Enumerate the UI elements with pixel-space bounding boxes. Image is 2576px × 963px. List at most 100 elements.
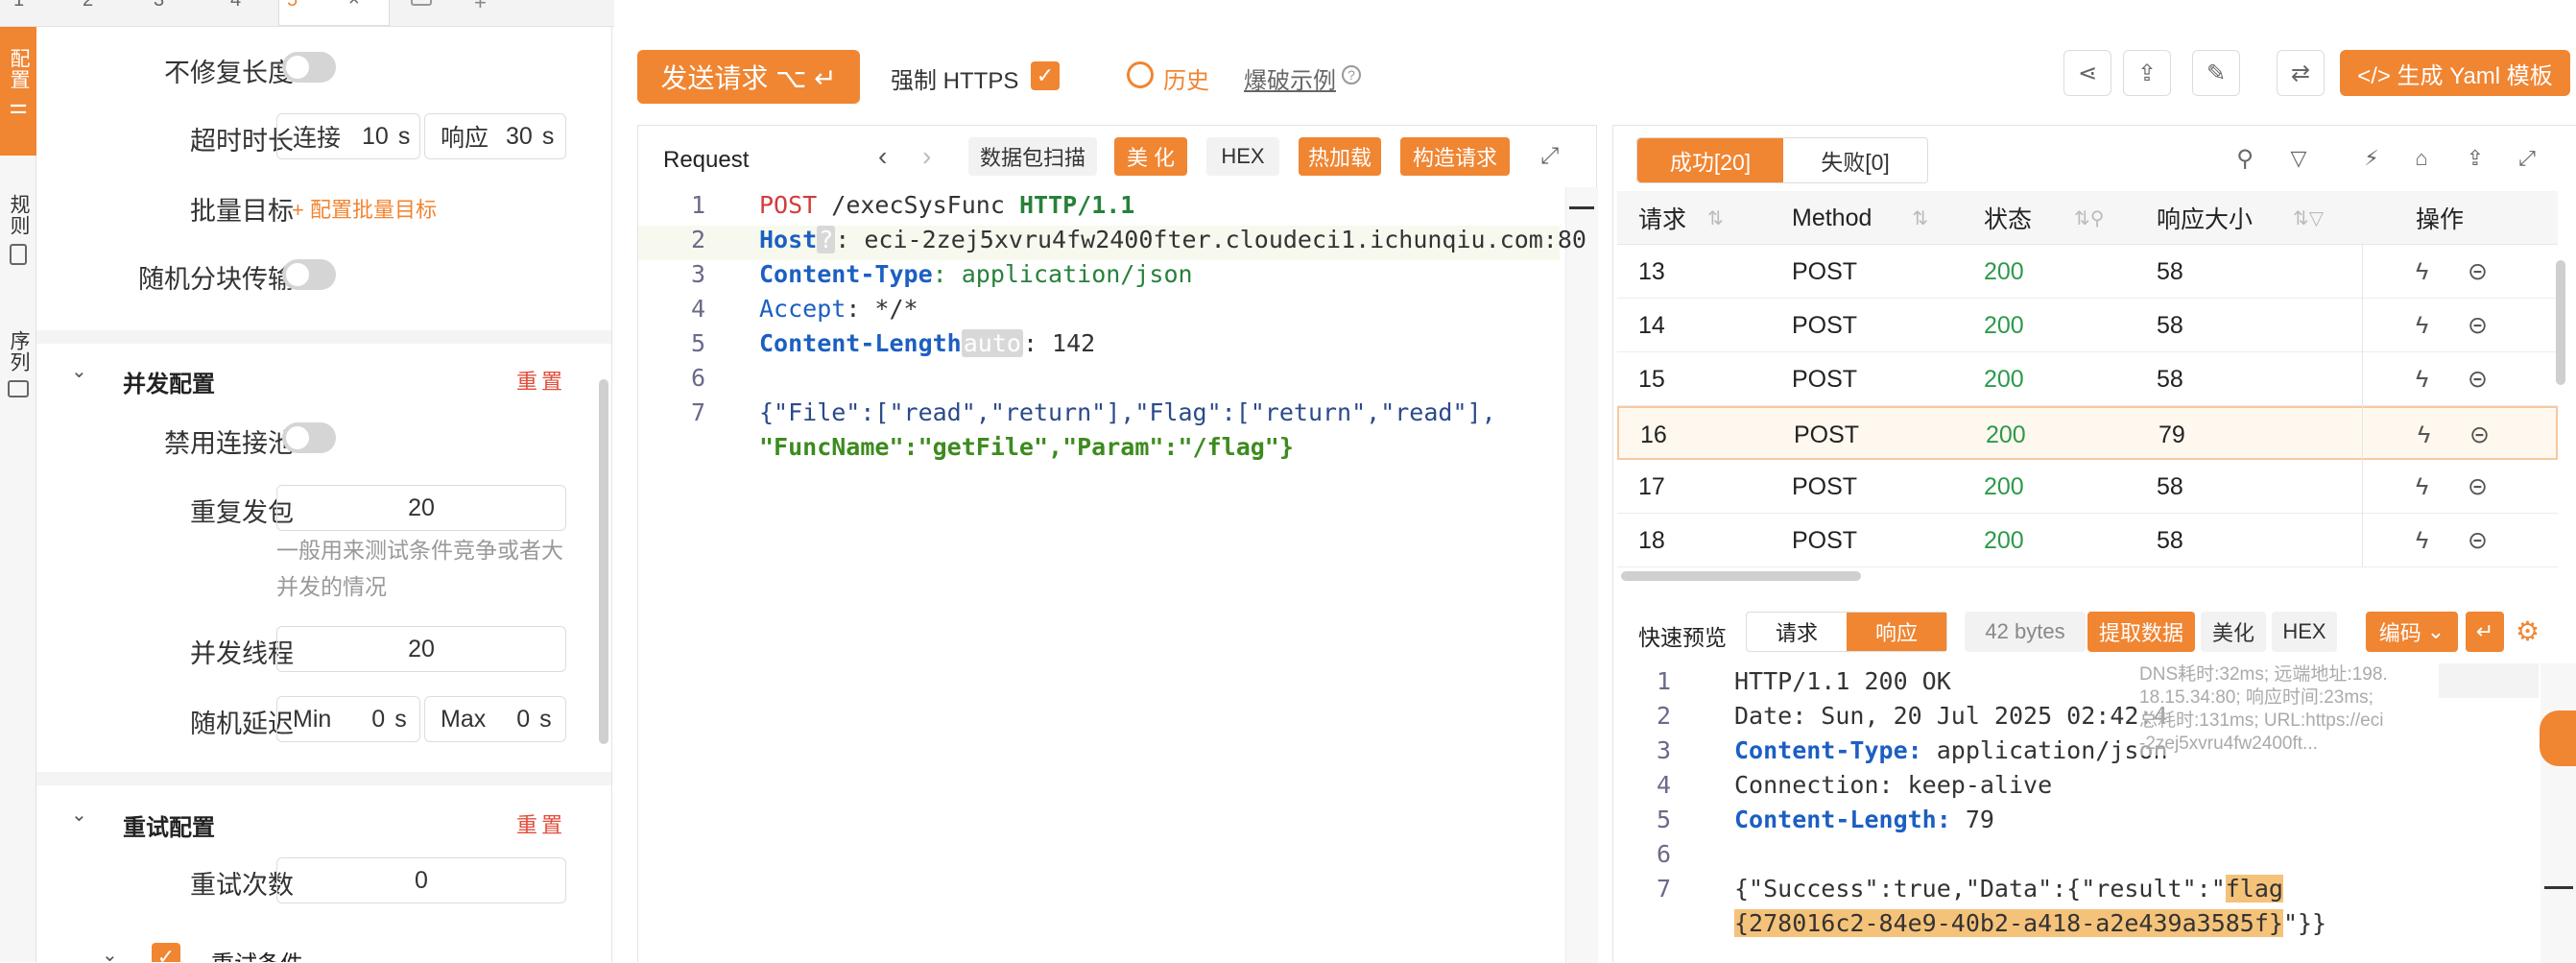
delay-max-field[interactable]: Max 0 s [424,696,566,742]
nav-config[interactable]: 配置 ⚌ [0,27,36,156]
lightning-icon[interactable]: ϟ [2416,514,2428,567]
arrow-circle-icon[interactable]: ⊝ [2468,460,2488,514]
table-row[interactable]: 13 POST 200 58 ϟ ⊝ [1617,245,2558,299]
edit-button[interactable]: ✎ [2192,50,2240,96]
repeat-input[interactable]: 20 [276,485,566,531]
packet-scan-button[interactable]: 数据包扫描 [968,137,1097,176]
arrow-circle-icon[interactable]: ⊝ [2468,299,2488,352]
expand-results-button[interactable]: ⤢ [2506,137,2548,180]
expand-icon[interactable]: ⤢ [1540,143,1559,170]
export-button[interactable]: ⇪ [2123,50,2171,96]
send-request-button[interactable]: 发送请求 ⌥ ↵ [637,50,860,104]
arrow-circle-icon[interactable]: ⊝ [2468,514,2488,567]
chevron-down-icon[interactable]: ⌄ [71,359,87,383]
col-size[interactable]: 响应大小 ⇅ ▽ [2157,191,2324,245]
force-https-checkbox[interactable]: ✓ [1031,61,1060,90]
wrap-button[interactable]: ↵ [2466,612,2504,652]
retry-times-input[interactable]: 0 [276,857,566,903]
fail-tab[interactable]: 失败[0] [1783,138,1927,182]
sort-icon[interactable]: ⇅ [2074,206,2090,230]
request-editor[interactable]: 1 2 3 4 5 6 7 POST /execSysFunc HTTP/1.1… [638,187,1598,963]
hex-button[interactable]: HEX [1206,137,1279,176]
clear-button[interactable]: ⌂ [2400,137,2443,180]
search-icon[interactable]: ⚲ [2090,206,2105,230]
table-row[interactable]: 18 POST 200 58 ϟ ⊝ [1617,514,2558,567]
extract-data-button[interactable]: 提取数据 [2087,612,2195,652]
hot-reload-button[interactable]: 热加载 [1299,137,1381,176]
export-results-button[interactable]: ⇪ [2454,137,2496,180]
tab-2[interactable]: 2 [83,0,121,25]
success-tab[interactable]: 成功[20] [1637,138,1783,182]
tab-1[interactable]: 1 [13,0,52,25]
sort-icon[interactable]: ⇅ [2293,206,2309,230]
config-scrollbar[interactable] [599,379,608,744]
add-tab-icon[interactable]: + [474,0,487,15]
retry-condition-checkbox[interactable]: ✓ [152,943,180,962]
arrow-circle-icon[interactable]: ⊝ [2468,352,2488,406]
next-icon[interactable]: › [922,141,931,172]
chevron-down-icon[interactable]: ⌄ [102,943,118,962]
arrow-circle-icon[interactable]: ⊝ [2469,408,2490,462]
concurrency-reset-button[interactable]: 重置 [516,365,566,396]
table-row[interactable]: 15 POST 200 58 ϟ ⊝ [1617,352,2558,406]
table-row[interactable]: 14 POST 200 58 ϟ ⊝ [1617,299,2558,352]
tab-4[interactable]: 4 [230,0,269,25]
lightning-icon[interactable]: ϟ [2416,299,2428,352]
row-status: 200 [1984,526,2024,554]
filter-button[interactable]: ▽ [2278,137,2320,180]
lightning-icon[interactable]: ϟ [2416,352,2428,406]
threads-input[interactable]: 20 [276,626,566,672]
blast-example-link[interactable]: 爆破示例 [1244,61,1336,95]
lightning-icon[interactable]: ϟ [2416,460,2428,514]
response-line: Date: Sun, 20 Jul 2025 02:42:4 [1734,702,2168,730]
help-icon[interactable]: ? [1342,65,1361,84]
prev-icon[interactable]: ‹ [878,141,887,172]
col-status[interactable]: 状态 ⇅ ⚲ [1984,191,2104,245]
clock-icon[interactable] [1127,61,1154,88]
tab-5[interactable]: 5 × [278,0,390,26]
no-fix-length-toggle[interactable] [282,52,336,83]
generate-yaml-button[interactable]: </> 生成 Yaml 模板 [2340,50,2570,96]
swap-button[interactable]: ⇄ [2277,50,2325,96]
sort-icon[interactable]: ⇅ [1912,206,1928,230]
preview-request-tab[interactable]: 请求 [1747,613,1847,651]
sort-icon[interactable]: ⇅ [1707,206,1724,230]
configure-batch-target-link[interactable]: + 配置批量目标 [292,193,437,224]
preview-beautify-button[interactable]: 美化 [2201,612,2266,652]
disable-pool-toggle[interactable] [282,422,336,453]
mascot-icon[interactable] [2540,710,2576,766]
table-row[interactable]: 17 POST 200 58 ϟ ⊝ [1617,460,2558,514]
retry-reset-button[interactable]: 重置 [516,808,566,839]
delay-min-field[interactable]: Min 0 s [276,696,420,742]
table-row-selected[interactable]: 16 POST 200 79 ϟ ⊝ [1617,406,2558,460]
preview-hex-button[interactable]: HEX [2272,612,2337,652]
filter-icon[interactable]: ▽ [2309,206,2324,230]
arrow-circle-icon[interactable]: ⊝ [2468,245,2488,299]
col-request[interactable]: 请求 ⇅ [1638,191,1724,245]
build-request-button[interactable]: 构造请求 [1400,137,1510,176]
history-button[interactable]: 历史 [1163,61,1209,95]
lightning-icon[interactable]: ϟ [2416,245,2428,299]
chevron-down-icon[interactable]: ⌄ [71,803,87,827]
chunked-transfer-toggle[interactable] [282,259,336,290]
window-icon[interactable] [411,0,432,6]
plugin-button[interactable]: ⚡ [2350,137,2393,180]
response-editor[interactable]: 1 2 3 4 5 6 7 HTTP/1.1 200 OK Date: Sun,… [1613,663,2576,963]
beautify-button[interactable]: 美 化 [1114,137,1187,176]
nav-sequence[interactable]: 序列 [0,311,36,426]
auto-badge[interactable]: auto [961,329,1023,357]
settings-icon[interactable]: ⚙ [2516,615,2540,647]
nav-rules[interactable]: 规则 [0,177,36,301]
search-button[interactable]: ⚲ [2224,137,2266,180]
table-horizontal-scrollbar[interactable] [1621,571,1861,581]
share-button[interactable]: ⋖ [2063,50,2111,96]
col-method[interactable]: Method ⇅ [1792,191,1928,245]
tab-3[interactable]: 3 [154,0,192,25]
lightning-icon[interactable]: ϟ [2418,408,2430,462]
preview-response-tab[interactable]: 响应 [1847,613,1946,651]
table-vertical-scrollbar[interactable] [2556,260,2565,385]
connect-timeout-field[interactable]: 连接 10 s [276,113,420,159]
encoding-dropdown[interactable]: 编码 ⌄ [2366,612,2458,652]
host-help-badge[interactable]: ? [817,226,836,253]
response-timeout-field[interactable]: 响应 30 s [424,113,566,159]
